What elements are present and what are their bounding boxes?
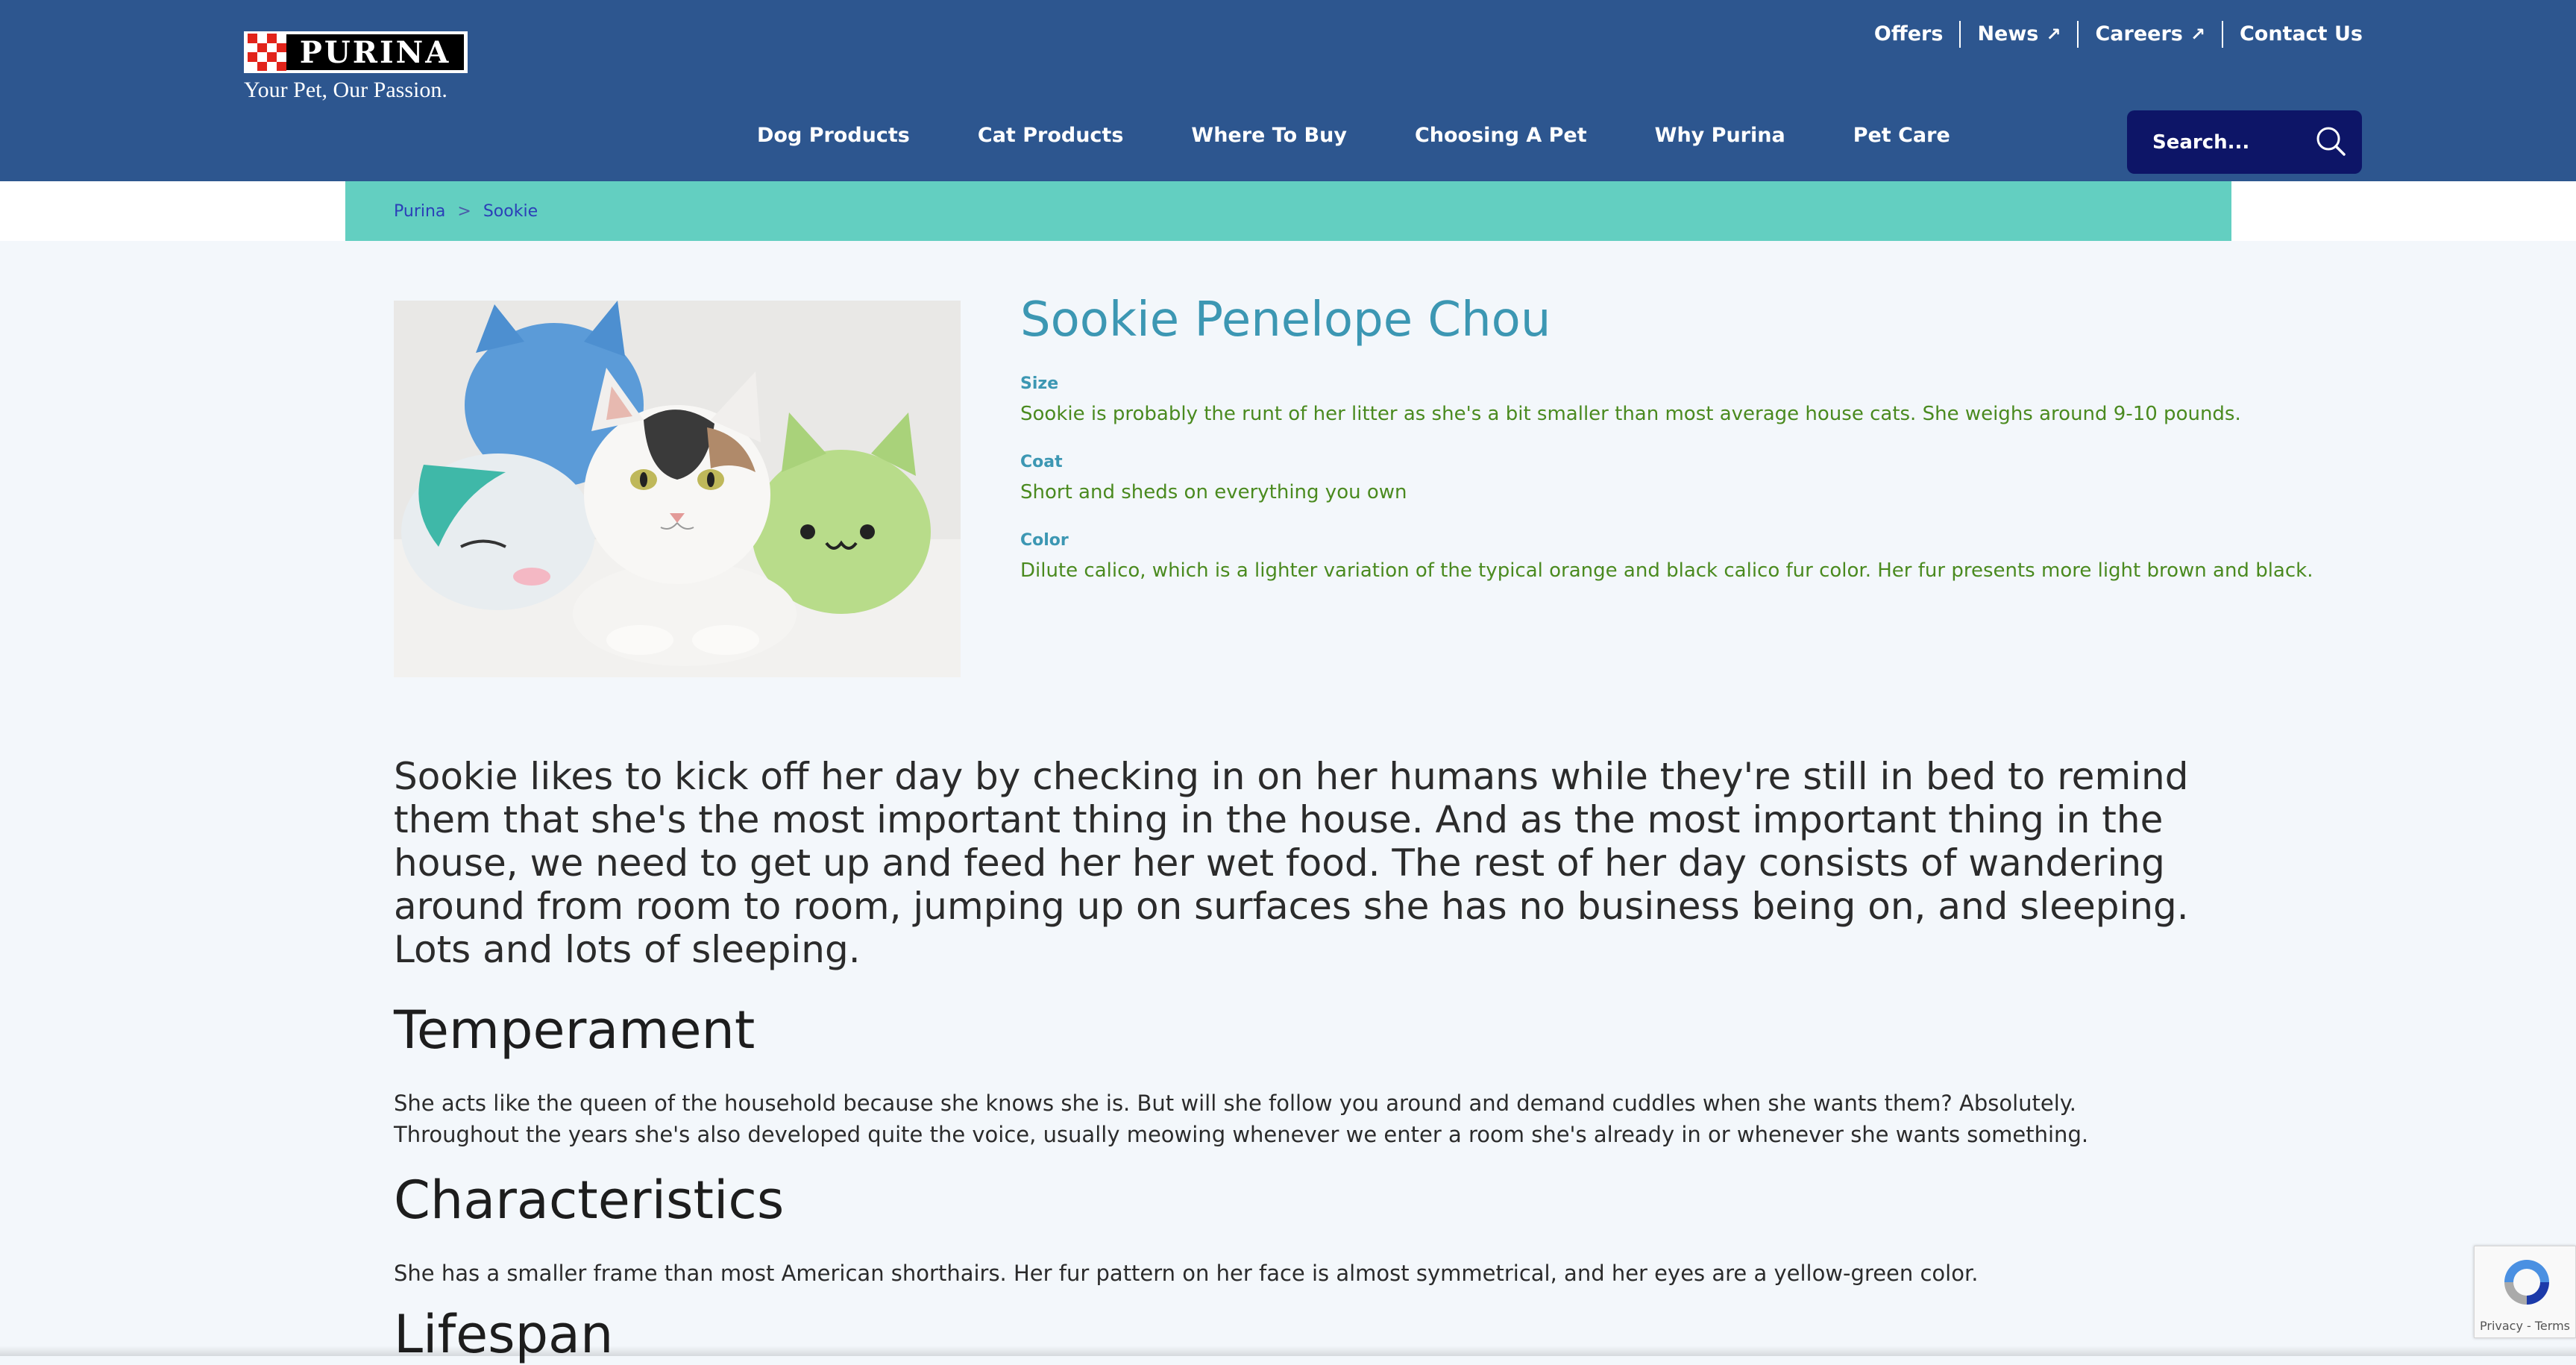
nav-dog-products[interactable]: Dog Products (757, 124, 910, 147)
recaptcha-links[interactable]: Privacy - Terms (2475, 1319, 2575, 1333)
util-link-careers[interactable]: Careers ↗ (2077, 21, 2221, 48)
nav-where-to-buy[interactable]: Where To Buy (1191, 124, 1347, 147)
util-link-offers[interactable]: Offers (1858, 21, 1960, 48)
logo-tagline: Your Pet, Our Passion. (244, 78, 447, 102)
fact-label-color: Color (1020, 531, 1069, 550)
util-link-contact-us[interactable]: Contact Us (2221, 21, 2363, 48)
logo-wordmark: PURINA (286, 34, 464, 70)
breadcrumb-current[interactable]: Sookie (483, 202, 538, 221)
section-heading-temperament: Temperament (394, 1000, 755, 1061)
util-link-label: Offers (1873, 22, 1944, 46)
breadcrumb-link-purina[interactable]: Purina (394, 202, 445, 221)
nav-why-purina[interactable]: Why Purina (1655, 124, 1785, 147)
site-header: PURINA Your Pet, Our Passion. Offers New… (0, 0, 2576, 181)
breadcrumb-separator: > (457, 201, 471, 221)
external-link-icon: ↗ (2046, 24, 2061, 45)
section-body-characteristics: She has a smaller frame than most Americ… (394, 1261, 1979, 1286)
search-box (2127, 110, 2362, 174)
fact-value-size: Sookie is probably the runt of her litte… (1020, 403, 2241, 425)
fact-label-size: Size (1020, 374, 1059, 393)
breadcrumb: Purina > Sookie (345, 181, 2231, 241)
page-bottom-shadow (0, 1346, 2576, 1356)
nav-choosing-a-pet[interactable]: Choosing A Pet (1415, 124, 1587, 147)
fact-value-color: Dilute calico, which is a lighter variat… (1020, 559, 2313, 582)
recaptcha-badge[interactable]: Privacy - Terms (2474, 1246, 2576, 1338)
nav-pet-care[interactable]: Pet Care (1853, 124, 1950, 147)
util-link-label: Careers (2095, 22, 2183, 46)
fact-value-coat: Short and sheds on everything you own (1020, 481, 1407, 503)
util-link-label: Contact Us (2239, 22, 2363, 46)
checkerboard-icon (248, 34, 286, 71)
util-link-label: News (1977, 22, 2039, 46)
pet-photo (394, 301, 961, 677)
section-body-temperament: She acts like the queen of the household… (394, 1091, 2089, 1147)
fact-label-coat: Coat (1020, 453, 1063, 471)
purina-logo[interactable]: PURINA Your Pet, Our Passion. (244, 31, 468, 103)
recaptcha-icon (2498, 1254, 2555, 1314)
intro-paragraph: Sookie likes to kick off her day by chec… (394, 755, 2189, 971)
util-link-news[interactable]: News ↗ (1959, 21, 2077, 48)
main-nav: Dog Products Cat Products Where To Buy C… (757, 124, 1950, 147)
nav-cat-products[interactable]: Cat Products (978, 124, 1124, 147)
external-link-icon: ↗ (2190, 24, 2205, 45)
logo-badge: PURINA (244, 31, 468, 73)
section-heading-characteristics: Characteristics (394, 1170, 785, 1231)
pet-name-title: Sookie Penelope Chou (1020, 292, 1551, 348)
search-input[interactable] (2151, 130, 2310, 154)
search-icon[interactable] (2314, 125, 2347, 160)
utility-nav: Offers News ↗ Careers ↗ Contact Us (1858, 21, 2363, 48)
